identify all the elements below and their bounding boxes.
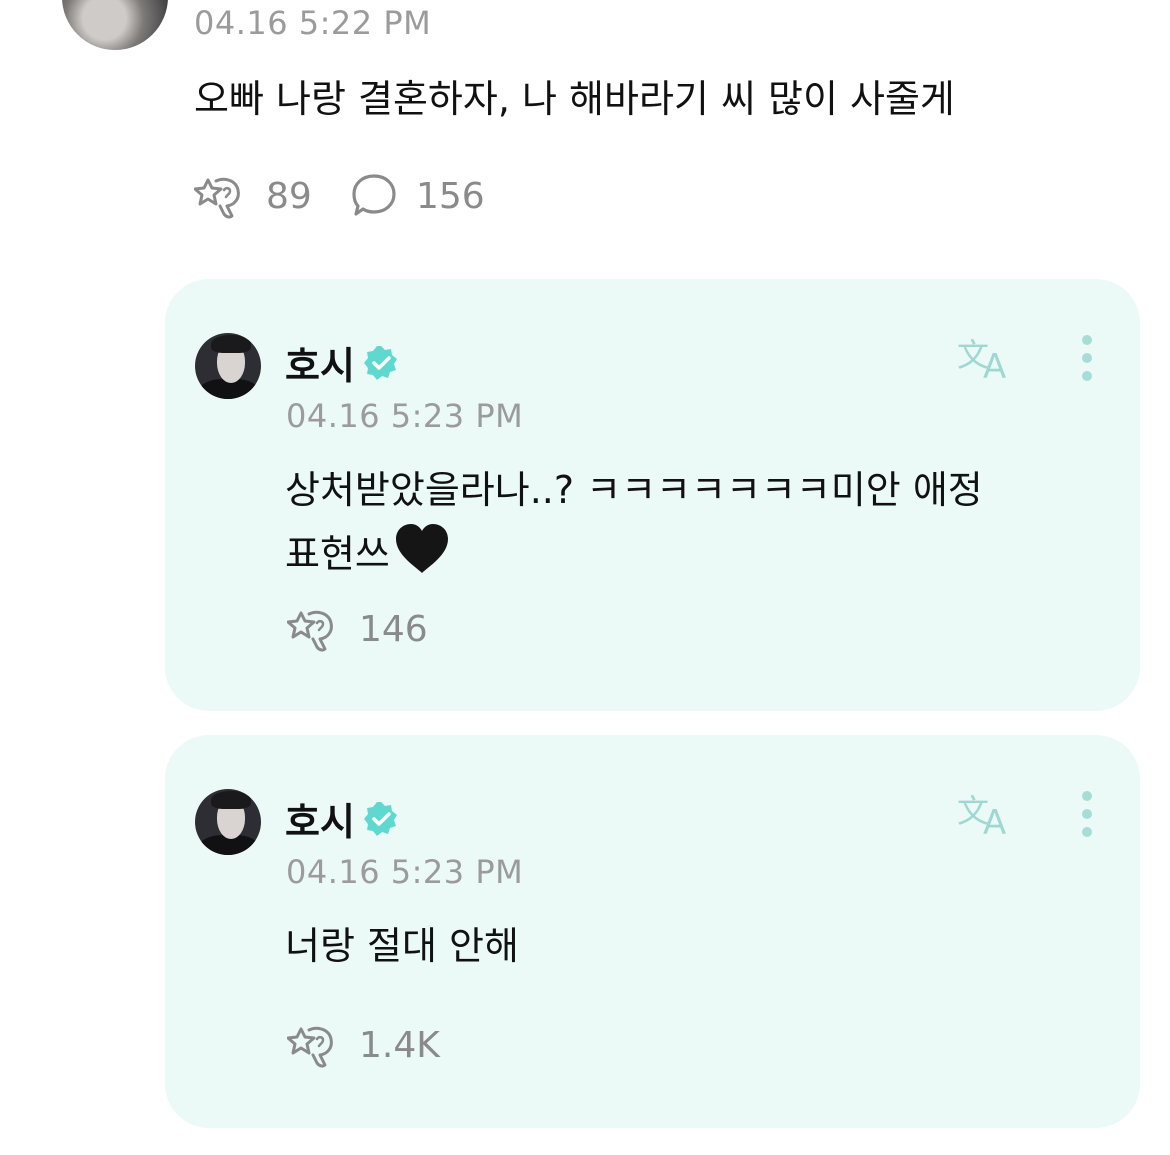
vertical-dots-icon[interactable] bbox=[1075, 791, 1099, 841]
reaction-icon bbox=[194, 177, 240, 219]
reply-card: 호시 文 A 04.16 5:23 PM 너랑 절대 안해 1.4K bbox=[165, 735, 1140, 1128]
reply-author[interactable]: 호시 bbox=[285, 335, 401, 390]
reply-timestamp: 04.16 5:23 PM bbox=[286, 397, 524, 435]
reply-reaction-button[interactable]: 1.4K bbox=[287, 1021, 440, 1069]
speech-bubble-icon bbox=[352, 174, 396, 216]
reply-reaction-count: 1.4K bbox=[359, 1024, 440, 1066]
black-heart-emoji bbox=[395, 524, 448, 573]
reply-author-name: 호시 bbox=[285, 800, 355, 844]
post-comment-count: 156 bbox=[416, 175, 485, 217]
post-comment-button[interactable]: 156 bbox=[350, 172, 485, 220]
post-text: 오빠 나랑 결혼하자, 나 해바라기 씨 많이 사줄게 bbox=[194, 77, 955, 121]
reply-text-line: 상처받았을라나..? ㅋㅋㅋㅋㅋㅋㅋ미안 애정 bbox=[285, 468, 983, 512]
verified-badge-icon bbox=[363, 345, 397, 380]
reaction-icon bbox=[287, 610, 333, 652]
original-post: 04.16 5:22 PM 오빠 나랑 결혼하자, 나 해바라기 씨 많이 사줄… bbox=[0, 0, 1170, 250]
post-reaction-count: 89 bbox=[266, 175, 312, 217]
reply-reaction-button[interactable]: 146 bbox=[287, 605, 428, 653]
reply-reaction-count: 146 bbox=[359, 608, 428, 650]
reply-card: 호시 文 A 04.16 5:23 PM 상처받았을라나..? ㅋㅋㅋㅋㅋㅋㅋ미… bbox=[165, 279, 1140, 711]
post-author-avatar[interactable] bbox=[62, 0, 168, 50]
reaction-icon bbox=[287, 1026, 333, 1068]
post-timestamp: 04.16 5:22 PM bbox=[194, 4, 432, 42]
reply-timestamp: 04.16 5:23 PM bbox=[286, 853, 524, 891]
reply-author-avatar[interactable] bbox=[195, 789, 261, 855]
reply-author[interactable]: 호시 bbox=[285, 791, 401, 846]
post-reaction-button[interactable]: 89 bbox=[194, 172, 312, 220]
translate-icon[interactable]: 文 A bbox=[955, 790, 1019, 838]
reply-author-avatar[interactable] bbox=[195, 333, 261, 399]
svg-text:A: A bbox=[983, 347, 1006, 382]
reply-text: 너랑 절대 안해 bbox=[285, 924, 519, 968]
svg-text:A: A bbox=[983, 803, 1006, 838]
reply-text-line-2: 표현쓰 bbox=[285, 532, 390, 576]
verified-badge-icon bbox=[363, 801, 397, 836]
vertical-dots-icon[interactable] bbox=[1075, 335, 1099, 385]
reply-text: 상처받았을라나..? ㅋㅋㅋㅋㅋㅋㅋ미안 애정 표현쓰 bbox=[285, 459, 1085, 585]
reply-text-line: 표현쓰 bbox=[285, 521, 1085, 585]
reply-author-name: 호시 bbox=[285, 344, 355, 388]
translate-icon[interactable]: 文 A bbox=[955, 334, 1019, 382]
